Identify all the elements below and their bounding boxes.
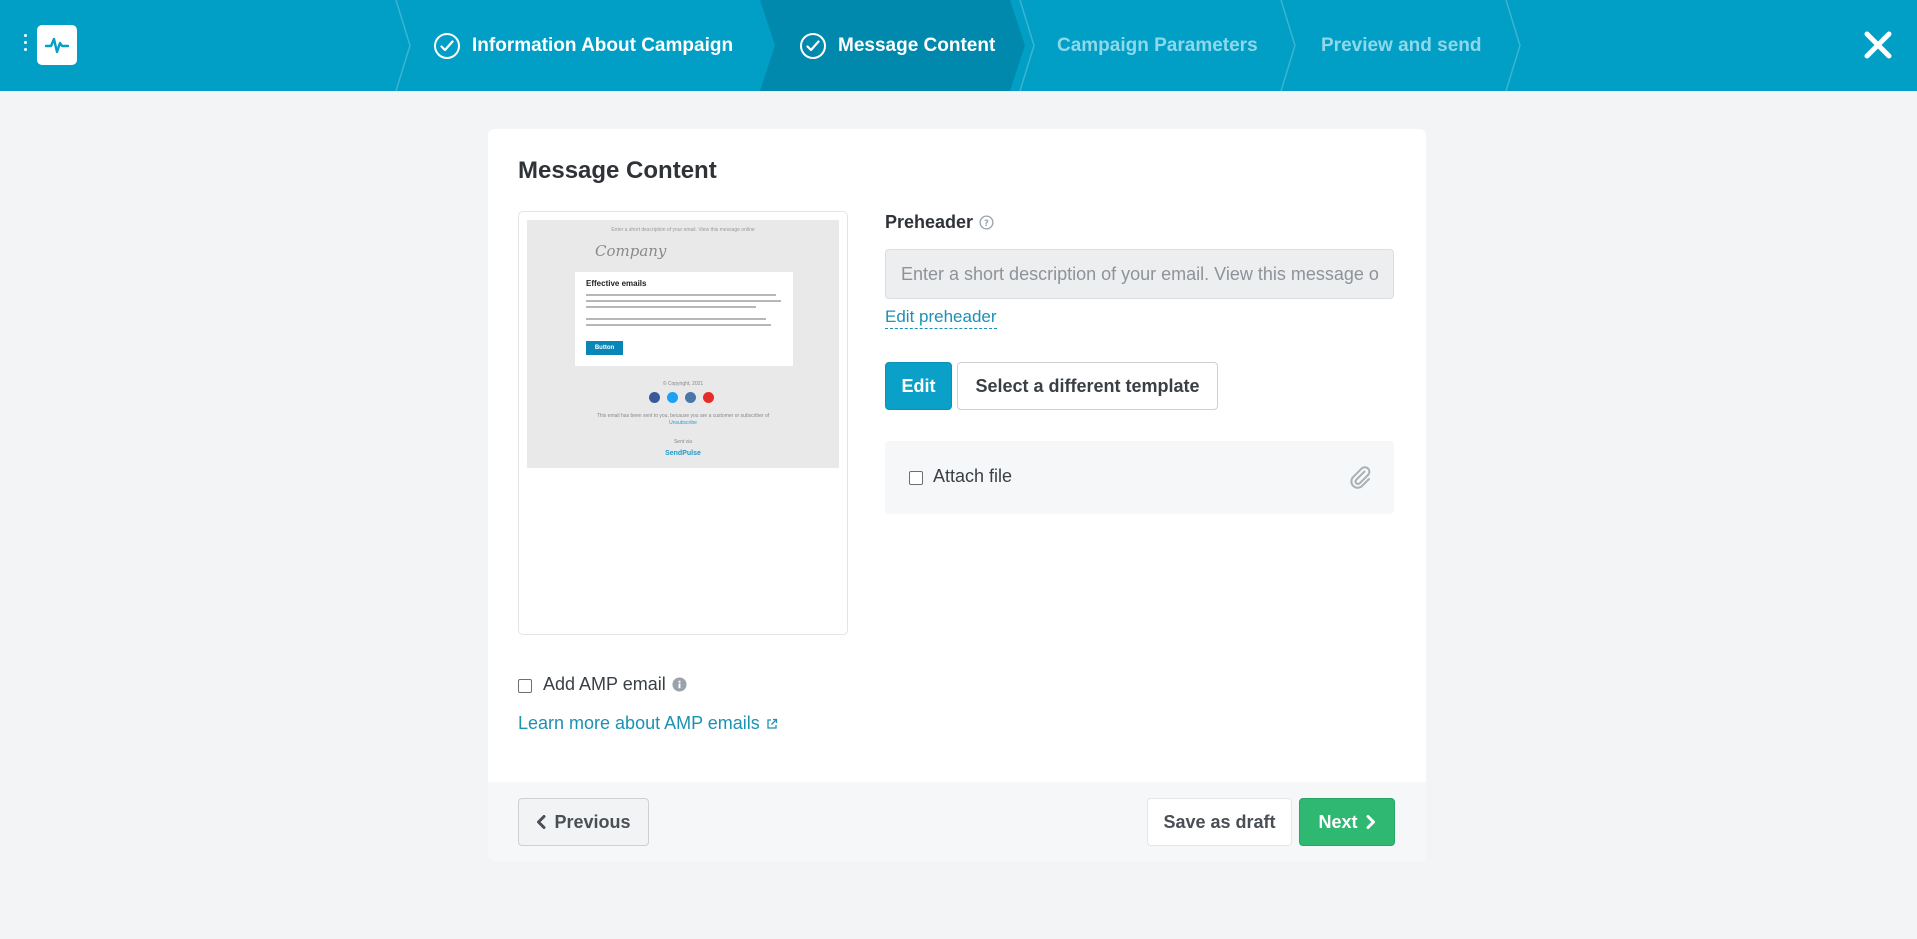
external-link-icon (767, 718, 777, 729)
step-label: Message Content (838, 34, 996, 56)
check-circle-icon (434, 32, 460, 59)
card-footer: Previous Save as draft Next (488, 782, 1426, 861)
preview-text-line (586, 324, 771, 326)
edit-preheader-link[interactable]: Edit preheader (885, 306, 997, 329)
template-preview[interactable]: Enter a short description of your email.… (518, 211, 848, 635)
preheader-input[interactable] (885, 249, 1394, 299)
preview-heading: Effective emails (586, 279, 647, 288)
step-information-about-campaign[interactable]: Information About Campaign (434, 0, 733, 91)
step-label: Preview and send (1321, 34, 1482, 56)
add-amp-label-text: Add AMP email (543, 674, 666, 694)
step-campaign-parameters[interactable]: Campaign Parameters (1057, 0, 1258, 91)
template-thumbnail: Enter a short description of your email.… (527, 220, 839, 468)
svg-text:?: ? (984, 218, 989, 228)
previous-label: Previous (554, 811, 631, 832)
message-content-card: Message Content Enter a short descriptio… (488, 129, 1426, 861)
vk-icon (685, 392, 696, 403)
add-amp-label[interactable]: Add AMP email (543, 674, 687, 695)
step-separator (1505, 0, 1521, 91)
preview-text-line (586, 318, 766, 320)
step-separator (1019, 0, 1035, 91)
attach-file-label[interactable]: Attach file (933, 466, 1012, 487)
select-template-button[interactable]: Select a different template (957, 362, 1218, 410)
paperclip-icon[interactable] (1348, 465, 1372, 489)
chevron-left-icon (537, 815, 546, 829)
preview-footer: This email has been sent to you, because… (527, 413, 839, 446)
check-circle-icon (800, 32, 826, 59)
preview-sent-via: Sent via (673, 439, 693, 445)
preview-company-logo: Company (595, 242, 667, 260)
attach-file-panel: Attach file (885, 441, 1394, 514)
attach-file-checkbox[interactable] (909, 471, 923, 485)
step-separator (1280, 0, 1296, 91)
learn-more-amp-text: Learn more about AMP emails (518, 713, 760, 733)
add-amp-checkbox[interactable] (518, 679, 532, 693)
next-button[interactable]: Next (1299, 798, 1395, 846)
close-icon[interactable] (1861, 28, 1895, 62)
next-label: Next (1318, 811, 1358, 832)
preheader-label-text: Preheader (885, 212, 974, 232)
previous-button[interactable]: Previous (518, 798, 649, 846)
top-bar: Information About Campaign Message Conte… (0, 0, 1917, 91)
info-circle-icon[interactable] (672, 677, 687, 692)
facebook-icon (649, 392, 660, 403)
preview-text-line (586, 300, 781, 302)
preview-social-icons (649, 392, 714, 403)
edit-button[interactable]: Edit (885, 362, 952, 410)
preview-brand: SendPulse (665, 450, 701, 457)
preview-copyright: © Copyright, 2021 (662, 381, 704, 387)
step-label: Campaign Parameters (1057, 34, 1258, 56)
preview-top-text: Enter a short description of your email.… (611, 227, 755, 233)
preview-footer-text: This email has been sent to you, because… (596, 413, 770, 419)
preview-text-line (586, 306, 756, 308)
chevron-right-icon (1366, 815, 1375, 829)
preview-content-block: Effective emails Button (575, 272, 793, 366)
save-as-draft-button[interactable]: Save as draft (1147, 798, 1292, 846)
step-label: Information About Campaign (472, 34, 734, 56)
preview-unsubscribe: Unsubscribe (669, 420, 697, 426)
step-message-content[interactable]: Message Content (800, 0, 995, 91)
step-preview-and-send[interactable]: Preview and send (1321, 0, 1482, 91)
question-circle-icon[interactable]: ? (979, 215, 994, 230)
preview-button: Button (586, 341, 623, 355)
wizard-steps: Information About Campaign Message Conte… (0, 0, 1917, 91)
preview-text-line (586, 294, 776, 296)
page-title: Message Content (518, 157, 717, 184)
twitter-icon (667, 392, 678, 403)
youtube-icon (703, 392, 714, 403)
preheader-label: Preheader ? (885, 212, 994, 233)
learn-more-amp-link[interactable]: Learn more about AMP emails (518, 713, 778, 734)
step-separator (395, 0, 411, 91)
